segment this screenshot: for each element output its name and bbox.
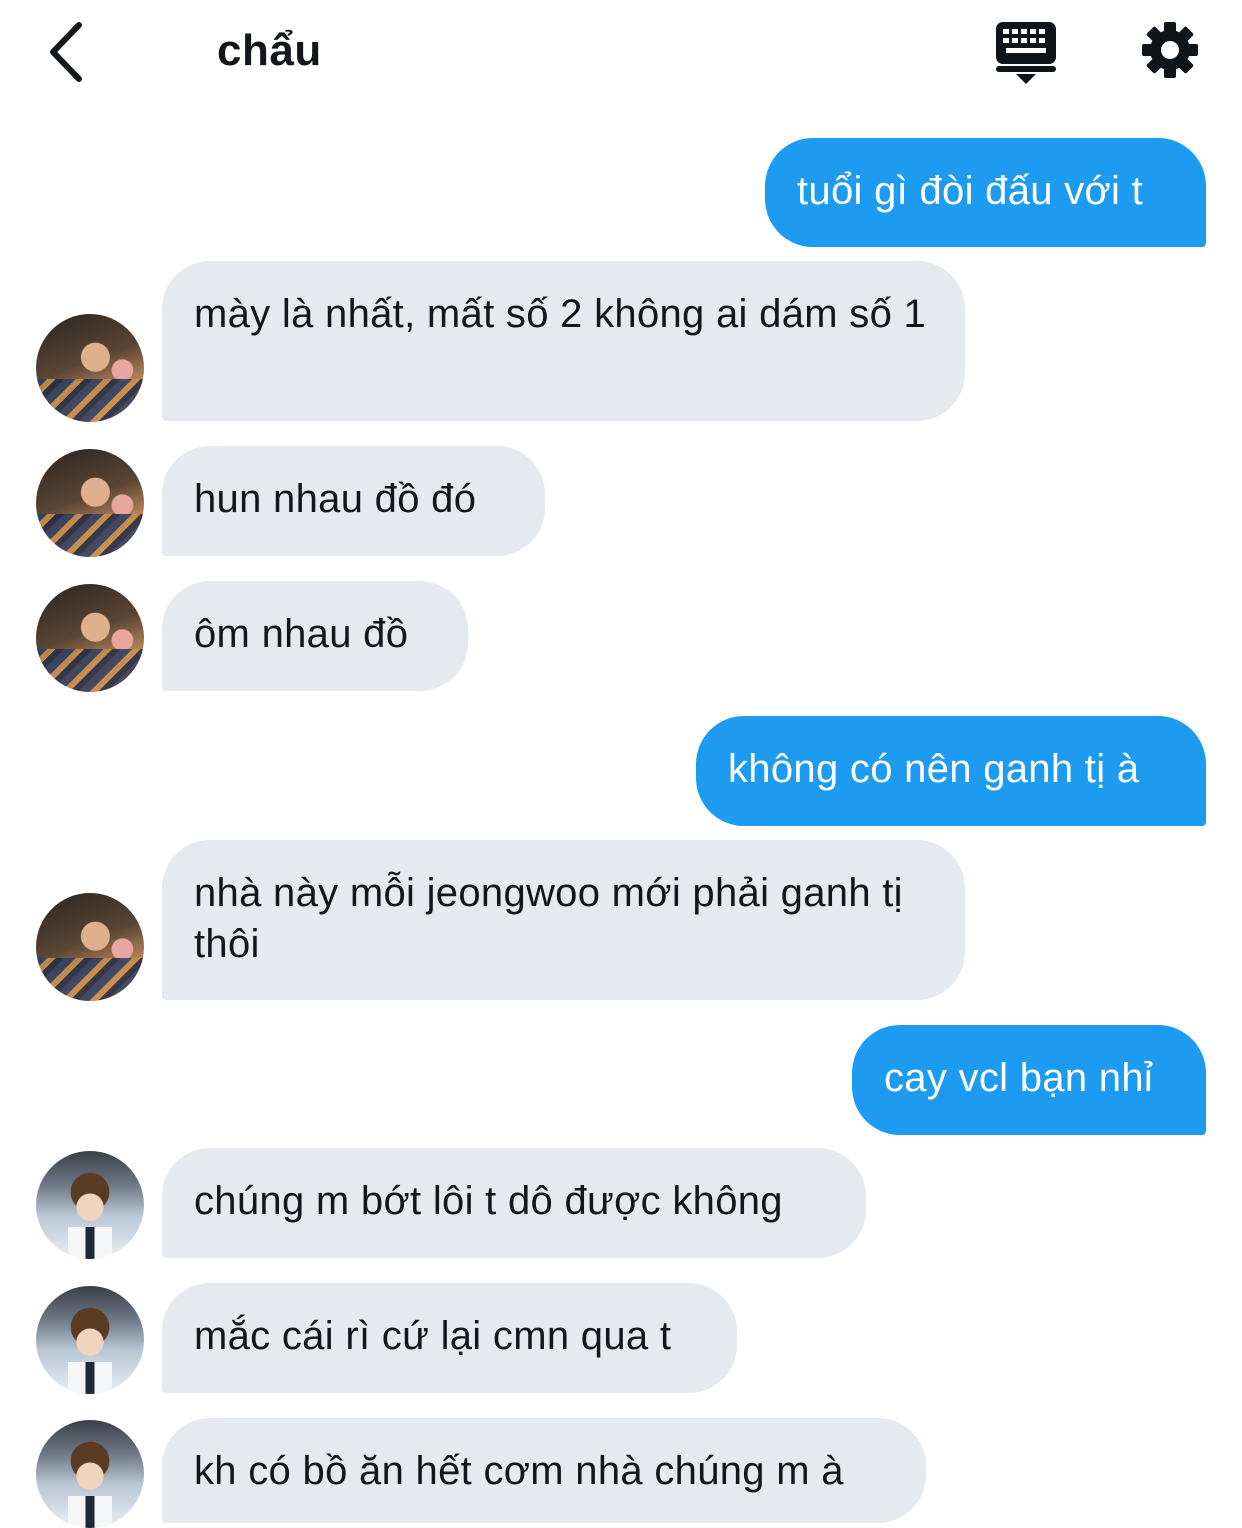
message-text: ôm nhau đồ <box>194 612 409 656</box>
settings-button[interactable] <box>1136 16 1204 84</box>
received-message-bubble[interactable]: chúng m bớt lôi t dô được không <box>162 1148 866 1258</box>
sent-message-bubble[interactable]: cay vcl bạn nhỉ <box>852 1025 1206 1135</box>
back-button[interactable] <box>30 14 100 90</box>
sent-message-bubble[interactable]: tuổi gì đòi đấu với t <box>765 138 1206 247</box>
message-text: kh có bồ ăn hết cơm nhà chúng m à <box>194 1449 844 1493</box>
received-message-bubble[interactable]: mắc cái rì cứ lại cmn qua t <box>162 1283 737 1393</box>
received-message-bubble[interactable]: hun nhau đồ đó <box>162 446 545 556</box>
received-message-bubble[interactable]: kh có bồ ăn hết cơm nhà chúng m à <box>162 1418 926 1523</box>
keyboard-button[interactable] <box>990 18 1062 86</box>
received-message-bubble[interactable]: ôm nhau đồ <box>162 581 468 691</box>
avatar[interactable] <box>36 1286 144 1394</box>
gear-icon <box>1142 22 1198 78</box>
message-text: hun nhau đồ đó <box>194 477 477 521</box>
sent-message-bubble[interactable]: không có nên ganh tị à <box>696 716 1206 826</box>
message-text: mắc cái rì cứ lại cmn qua t <box>194 1314 672 1358</box>
avatar[interactable] <box>36 584 144 692</box>
message-text: nhà này mỗi jeongwoo mới phải ganh tị th… <box>194 871 903 966</box>
message-text: không có nên ganh tị à <box>728 747 1140 791</box>
avatar[interactable] <box>36 1420 144 1528</box>
avatar[interactable] <box>36 1151 144 1259</box>
message-text: chúng m bớt lôi t dô được không <box>194 1179 783 1223</box>
avatar[interactable] <box>36 893 144 1001</box>
avatar[interactable] <box>36 314 144 422</box>
message-text: mày là nhất, mất số 2 không ai dám số 1 <box>194 292 927 336</box>
chevron-left-icon <box>50 22 82 82</box>
received-message-bubble[interactable]: nhà này mỗi jeongwoo mới phải ganh tị th… <box>162 840 965 1000</box>
avatar[interactable] <box>36 449 144 557</box>
chat-header: chẩu <box>0 0 1242 110</box>
keyboard-icon <box>996 22 1056 84</box>
message-text: tuổi gì đòi đấu với t <box>797 169 1144 213</box>
message-text: cay vcl bạn nhỉ <box>884 1056 1154 1100</box>
received-message-bubble[interactable]: mày là nhất, mất số 2 không ai dám số 1 <box>162 261 965 421</box>
page-title: chẩu <box>217 26 322 75</box>
